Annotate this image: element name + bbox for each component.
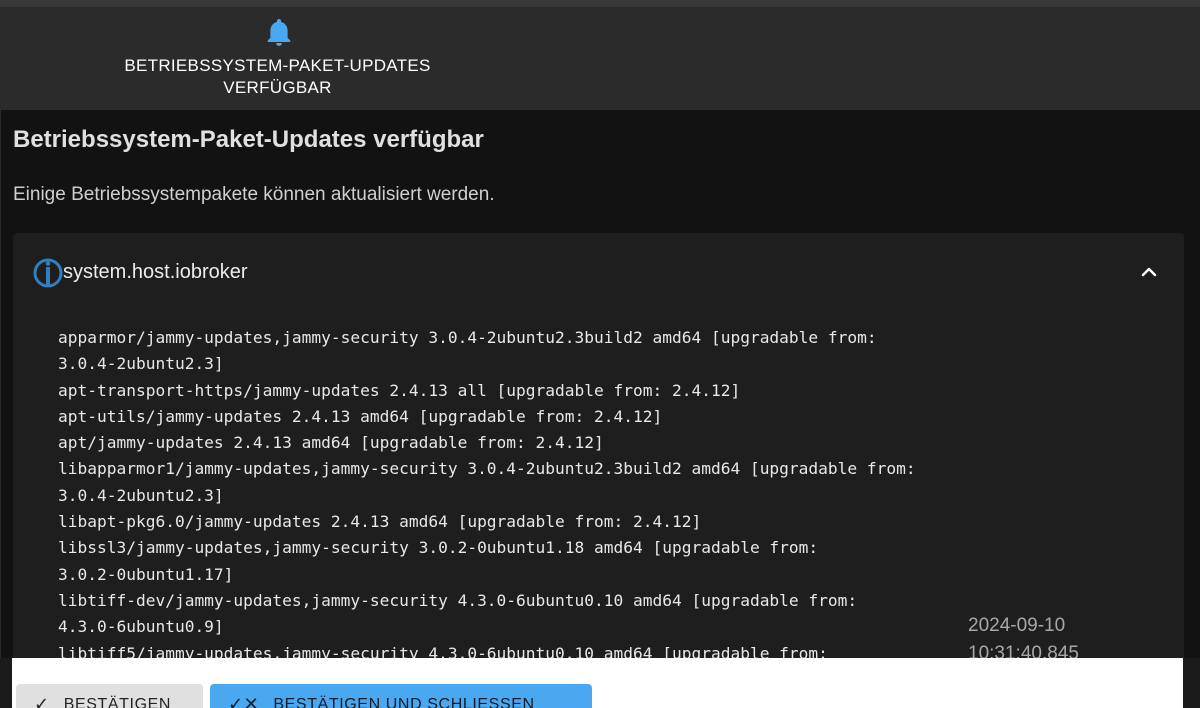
package-line: apt-utils/jammy-updates 2.4.13 amd64 [up…	[58, 406, 663, 426]
dialog-title: Betriebssystem-Paket-Updates verfügbar	[13, 126, 484, 153]
package-line: 3.0.4-2ubuntu2.3]	[58, 354, 224, 374]
chevron-up-icon[interactable]	[1140, 263, 1158, 281]
iobroker-logo-icon	[33, 258, 63, 288]
package-line: 4.3.0-6ubuntu0.9]	[58, 617, 224, 637]
package-line: apt-transport-https/jammy-updates 2.4.13…	[58, 380, 741, 400]
package-line: libssl3/jammy-updates,jammy-security 3.0…	[58, 538, 819, 558]
package-line: libtiff-dev/jammy-updates,jammy-security…	[58, 590, 858, 610]
timestamp-date: 2024-09-10	[968, 615, 1066, 636]
confirm-and-close-button[interactable]: ✓✕ BESTÄTIGEN UND SCHLIESSEN	[210, 684, 592, 708]
host-name: system.host.iobroker	[63, 261, 248, 283]
tab-label-line1: BETRIEBSSYSTEM-PAKET-UPDATES	[124, 56, 431, 75]
package-line: libapt-pkg6.0/jammy-updates 2.4.13 amd64…	[58, 512, 702, 532]
check-icon: ✓	[34, 694, 50, 708]
package-list: apparmor/jammy-updates,jammy-security 3.…	[58, 325, 958, 663]
tab-label: BETRIEBSSYSTEM-PAKET-UPDATES VERFÜGBAR	[52, 55, 503, 99]
confirm-button[interactable]: ✓ BESTÄTIGEN	[16, 684, 203, 708]
package-line: 3.0.4-2ubuntu2.3]	[58, 485, 224, 505]
tab-os-package-updates[interactable]: BETRIEBSSYSTEM-PAKET-UPDATES VERFÜGBAR	[52, 7, 503, 110]
host-accordion: system.host.iobroker apparmor/jammy-upda…	[13, 233, 1184, 663]
check-close-icon: ✓✕	[228, 694, 260, 708]
tab-bar: BETRIEBSSYSTEM-PAKET-UPDATES VERFÜGBAR	[0, 7, 1200, 116]
bell-icon	[267, 19, 291, 46]
package-line: apt/jammy-updates 2.4.13 amd64 [upgradab…	[58, 433, 604, 453]
confirm-close-button-label: BESTÄTIGEN UND SCHLIESSEN	[273, 696, 535, 708]
confirm-button-label: BESTÄTIGEN	[63, 696, 172, 708]
package-line: 3.0.2-0ubuntu1.17]	[58, 564, 234, 584]
tab-label-line2: VERFÜGBAR	[223, 78, 332, 97]
package-line: apparmor/jammy-updates,jammy-security 3.…	[58, 328, 877, 347]
dialog-subtitle: Einige Betriebssystempakete können aktua…	[13, 184, 495, 205]
package-line: libapparmor1/jammy-updates,jammy-securit…	[58, 459, 916, 479]
host-accordion-header[interactable]: system.host.iobroker	[13, 233, 1184, 313]
